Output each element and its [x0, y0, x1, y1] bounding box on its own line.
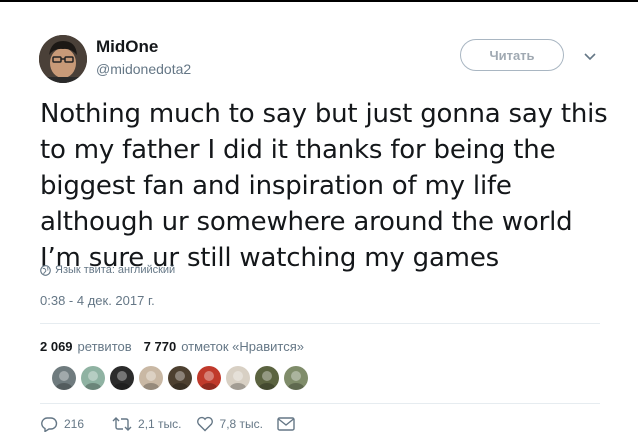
envelope-icon: [277, 417, 295, 431]
tweet-language-label[interactable]: Язык твита: английский: [55, 264, 175, 276]
retweet-count: 2,1 тыс.: [138, 417, 182, 431]
likes-stat[interactable]: 7 770 отметок «Нравится»: [144, 339, 304, 354]
liker-avatar[interactable]: [255, 366, 279, 390]
liker-avatar[interactable]: [110, 366, 134, 390]
reply-icon: [41, 417, 58, 432]
retweets-count: 2 069: [40, 339, 73, 354]
liker-avatar[interactable]: [139, 366, 163, 390]
tweet-timestamp[interactable]: 0:38 - 4 дек. 2017 г.: [40, 293, 155, 308]
chevron-down-icon[interactable]: [582, 50, 598, 62]
follow-button[interactable]: Читать: [460, 39, 564, 71]
tweet-actions: 216 2,1 тыс. 7,8 тыс.: [40, 416, 315, 432]
divider: [40, 403, 600, 404]
top-border: [0, 0, 638, 2]
likes-count: 7 770: [143, 339, 177, 354]
reply-count: 216: [64, 417, 85, 431]
liker-avatar[interactable]: [168, 366, 192, 390]
direct-message-button[interactable]: [277, 417, 301, 431]
tweet-language: Язык твита: английский: [40, 264, 175, 276]
retweets-label: ретвитов: [77, 339, 132, 354]
divider: [40, 323, 600, 324]
likes-label: отметок «Нравится»: [181, 339, 304, 354]
retweets-stat[interactable]: 2 069 ретвитов: [40, 339, 132, 354]
user-name[interactable]: MidOne: [96, 37, 158, 57]
liker-avatar[interactable]: [284, 366, 308, 390]
retweet-button[interactable]: 2,1 тыс.: [112, 417, 182, 431]
liker-avatar[interactable]: [197, 366, 221, 390]
globe-icon: [40, 264, 51, 276]
retweet-icon: [112, 417, 132, 431]
likers-avatars: [52, 366, 313, 390]
tweet-stats: 2 069 ретвитов 7 770 отметок «Нравится»: [40, 339, 304, 354]
like-count: 7,8 тыс.: [219, 417, 263, 431]
like-button[interactable]: 7,8 тыс.: [196, 416, 263, 432]
liker-avatar[interactable]: [81, 366, 105, 390]
heart-icon: [196, 416, 213, 432]
tweet-text: Nothing much to say but just gonna say t…: [40, 99, 608, 273]
reply-button[interactable]: 216: [40, 416, 84, 432]
avatar[interactable]: [39, 35, 87, 83]
liker-avatar[interactable]: [52, 366, 76, 390]
liker-avatar[interactable]: [226, 366, 250, 390]
user-handle[interactable]: @midonedota2: [96, 61, 191, 77]
